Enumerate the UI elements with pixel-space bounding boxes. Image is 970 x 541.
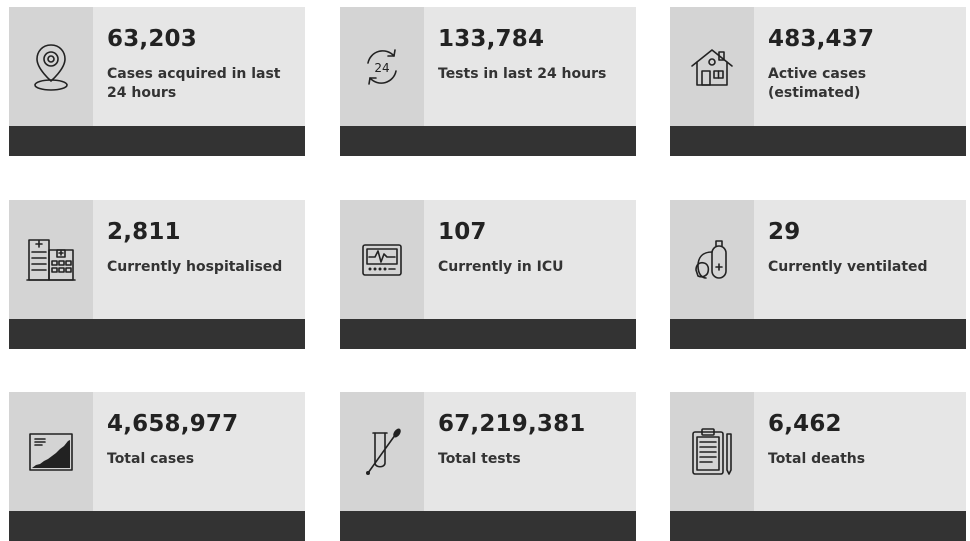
growth-chart-icon bbox=[9, 392, 93, 511]
card-footer-bar bbox=[340, 319, 636, 349]
stat-label: Total cases bbox=[107, 451, 195, 467]
24-hour-cycle-icon: 24 bbox=[340, 7, 424, 126]
card-footer-bar bbox=[340, 511, 636, 541]
hospital-building-icon bbox=[9, 200, 93, 319]
stat-label: Cases acquired in last 24 hours bbox=[107, 66, 281, 101]
stat-label: Total deaths bbox=[768, 451, 866, 467]
stat-label: Total tests bbox=[438, 451, 521, 467]
stat-value: 107 bbox=[438, 219, 487, 245]
stat-value: 29 bbox=[768, 219, 801, 245]
stat-card-hospitalised: 2,811 Currently hospitalised bbox=[9, 200, 305, 349]
oxygen-tank-icon bbox=[670, 200, 754, 319]
card-footer-bar bbox=[340, 126, 636, 156]
location-pin-icon bbox=[9, 7, 93, 126]
svg-text:24: 24 bbox=[374, 61, 389, 75]
stat-value: 133,784 bbox=[438, 26, 545, 52]
stat-value: 483,437 bbox=[768, 26, 875, 52]
card-footer-bar bbox=[9, 319, 305, 349]
stat-card-ventilated: 29 Currently ventilated bbox=[670, 200, 966, 349]
stat-value: 6,462 bbox=[768, 411, 842, 437]
card-footer-bar bbox=[670, 319, 966, 349]
card-footer-bar bbox=[9, 126, 305, 156]
stat-label: Currently in ICU bbox=[438, 259, 564, 275]
card-footer-bar bbox=[9, 511, 305, 541]
stat-card-icu: 107 Currently in ICU bbox=[340, 200, 636, 349]
stat-card-total-cases: 4,658,977 Total cases bbox=[9, 392, 305, 541]
swab-test-tube-icon bbox=[340, 392, 424, 511]
stats-grid: 63,203 Cases acquired in last 24 hours 2… bbox=[0, 0, 970, 541]
stat-value: 4,658,977 bbox=[107, 411, 239, 437]
stat-value: 2,811 bbox=[107, 219, 181, 245]
house-icon bbox=[670, 7, 754, 126]
stat-label: Currently ventilated bbox=[768, 259, 928, 275]
stat-card-cases-24h: 63,203 Cases acquired in last 24 hours bbox=[9, 7, 305, 156]
heart-monitor-icon bbox=[340, 200, 424, 319]
stat-value: 63,203 bbox=[107, 26, 197, 52]
stat-label: Tests in last 24 hours bbox=[438, 66, 607, 82]
stat-label: Active cases (estimated) bbox=[768, 66, 867, 101]
stat-value: 67,219,381 bbox=[438, 411, 586, 437]
stat-card-tests-24h: 24 133,784 Tests in last 24 hours bbox=[340, 7, 636, 156]
stat-card-active-cases: 483,437 Active cases (estimated) bbox=[670, 7, 966, 156]
clipboard-icon bbox=[670, 392, 754, 511]
card-footer-bar bbox=[670, 511, 966, 541]
stat-label: Currently hospitalised bbox=[107, 259, 283, 275]
stat-card-total-tests: 67,219,381 Total tests bbox=[340, 392, 636, 541]
stat-card-total-deaths: 6,462 Total deaths bbox=[670, 392, 966, 541]
card-footer-bar bbox=[670, 126, 966, 156]
